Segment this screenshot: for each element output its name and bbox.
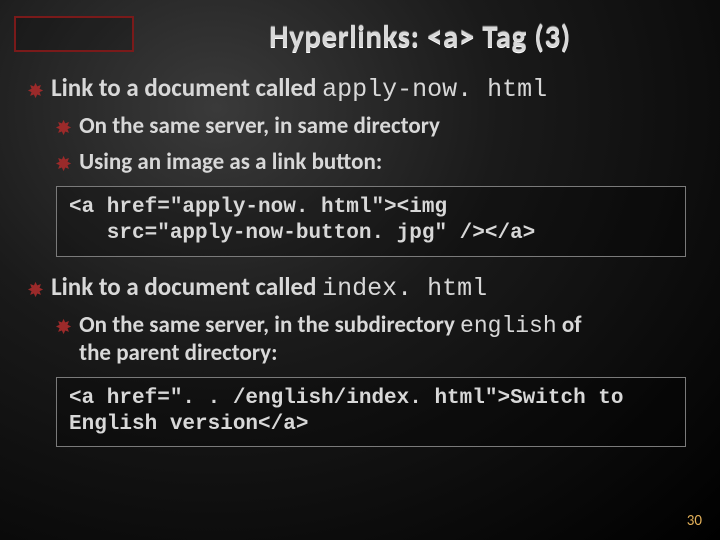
bullet-subdir-english: ✸ On the same server, in the subdirector… xyxy=(56,311,692,367)
bullet-text-plain: Link to a document called xyxy=(51,72,322,103)
page-number: 30 xyxy=(687,512,702,530)
starburst-icon: ✸ xyxy=(56,155,71,173)
bullet-text-code: index. html xyxy=(322,274,487,303)
bullet-text: On the same server, in same directory xyxy=(79,112,440,140)
code-block-apply: <a href="apply-now. html"><img src="appl… xyxy=(56,186,686,257)
logo-placeholder xyxy=(14,16,134,52)
bullet-text-code: apply-now. html xyxy=(322,75,547,104)
starburst-icon: ✸ xyxy=(56,318,71,336)
slide: Hyperlinks: <a> Tag (3) ✸ Link to a docu… xyxy=(0,0,720,540)
bullet-text-line2: the parent directory: xyxy=(79,339,581,367)
bullet-text-plain: Link to a document called xyxy=(51,271,322,302)
code-block-index: <a href=". . /english/index. html">Switc… xyxy=(56,377,686,448)
bullet-image-as-link: ✸ Using an image as a link button: xyxy=(56,148,692,176)
bullet-link-apply: ✸ Link to a document called apply-now. h… xyxy=(28,72,692,104)
starburst-icon: ✸ xyxy=(28,82,43,100)
bullet-link-index: ✸ Link to a document called index. html xyxy=(28,271,692,303)
bullet-text: Link to a document called apply-now. htm… xyxy=(51,72,547,104)
content-body: ✸ Link to a document called apply-now. h… xyxy=(28,72,692,447)
bullet-text: Using an image as a link button: xyxy=(79,148,382,176)
bullet-text-plain2: of xyxy=(557,311,582,339)
bullet-same-server-dir: ✸ On the same server, in same directory xyxy=(56,112,692,140)
bullet-text-code: english xyxy=(460,313,557,339)
starburst-icon: ✸ xyxy=(56,119,71,137)
bullet-text: On the same server, in the subdirectory … xyxy=(79,311,581,367)
bullet-text-plain: On the same server, in the subdirectory xyxy=(79,311,460,339)
bullet-text: Link to a document called index. html xyxy=(51,271,487,303)
starburst-icon: ✸ xyxy=(28,281,43,299)
